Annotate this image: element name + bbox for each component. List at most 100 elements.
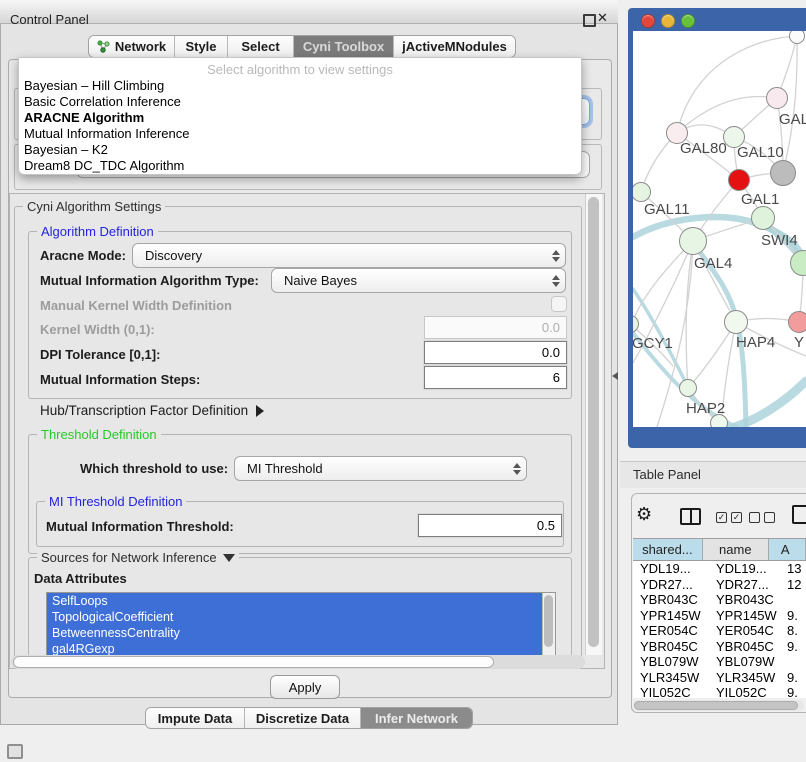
mi-threshold-input[interactable]: 0.5: [418, 514, 562, 537]
tab-label: Discretize Data: [256, 711, 349, 726]
tab-infer-network[interactable]: Infer Network: [361, 708, 472, 728]
tab-discretize-data[interactable]: Discretize Data: [245, 708, 361, 728]
table-cell: YDR27...: [633, 577, 711, 593]
tab-network[interactable]: Network: [89, 36, 175, 57]
table-row[interactable]: YDL19...YDL19...13: [633, 561, 806, 577]
column-header-shared-name[interactable]: shared...: [633, 539, 703, 560]
table-cell: YBR045C: [711, 639, 785, 655]
tab-label: Impute Data: [158, 711, 232, 726]
manual-kernel-checkbox[interactable]: [551, 296, 567, 312]
data-attributes-list[interactable]: SelfLoopsTopologicalCoefficientBetweenne…: [46, 592, 556, 656]
close-icon[interactable]: ✕: [597, 10, 608, 26]
network-node-gal[interactable]: [766, 87, 788, 109]
window-zoom-icon[interactable]: [681, 14, 695, 28]
table-cell: 9.: [785, 670, 803, 686]
select-all-columns-icon[interactable]: [716, 512, 742, 523]
popup-placeholder: Select algorithm to view settings: [19, 62, 581, 77]
settings-vscrollbar-thumb[interactable]: [588, 197, 599, 647]
table-cell: YIL052C: [711, 685, 785, 698]
tab-cyni-toolbox[interactable]: Cyni Toolbox: [294, 36, 394, 57]
float-panel-icon[interactable]: [583, 14, 596, 27]
attribute-list-item[interactable]: SelfLoops: [47, 593, 555, 609]
table-row[interactable]: YPR145WYPR145W9.: [633, 608, 806, 624]
mi-algorithm-type-combo[interactable]: Naive Bayes: [271, 268, 566, 293]
aracne-mode-label: Aracne Mode:: [40, 248, 126, 263]
sources-legend-toggle[interactable]: Sources for Network Inference: [37, 550, 239, 565]
combo-arrows-icon: [547, 250, 565, 262]
column-header-clipped[interactable]: A: [769, 539, 806, 560]
table-cell: YBR043C: [633, 592, 711, 608]
network-node-gal1[interactable]: [728, 169, 750, 191]
panel-title: Control Panel: [10, 12, 89, 27]
network-node-label: Y: [794, 334, 804, 351]
table-body[interactable]: YDL19...YDL19...13YDR27...YDR27...12YBR0…: [633, 561, 806, 698]
settings-hscrollbar-thumb[interactable]: [13, 656, 494, 668]
network-node-swi4[interactable]: [751, 206, 775, 230]
table-row[interactable]: YBR043CYBR043C: [633, 592, 806, 608]
network-node-gal4[interactable]: [679, 227, 707, 255]
attribute-list-item[interactable]: gal4RGexp: [47, 641, 555, 656]
checked-box-icon: [731, 512, 742, 523]
algorithm-option[interactable]: Mutual Information Inference: [23, 126, 577, 142]
apply-button[interactable]: Apply: [270, 675, 340, 699]
hub-section-toggle[interactable]: Hub/Transcription Factor Definition: [40, 403, 264, 418]
gear-icon[interactable]: ⚙: [636, 504, 652, 524]
table-row[interactable]: YBR045CYBR045C9.: [633, 639, 806, 655]
kernel-width-input[interactable]: 0.0: [424, 316, 567, 339]
aracne-mode-combo[interactable]: Discovery: [132, 243, 566, 268]
attributes-scrollbar-thumb[interactable]: [544, 595, 553, 647]
table-cell: [785, 654, 803, 670]
tab-select[interactable]: Select: [228, 36, 294, 57]
network-node-y[interactable]: [788, 311, 806, 333]
table-row[interactable]: YDR27...YDR27...12: [633, 577, 806, 593]
network-node-label: GAL11: [644, 201, 690, 218]
table-cell: YLR345W: [633, 670, 711, 686]
algorithm-option[interactable]: ARACNE Algorithm: [23, 110, 577, 126]
algorithm-dropdown-popup: Select algorithm to view settings Bayesi…: [18, 57, 582, 175]
dpi-tolerance-input[interactable]: 0.0: [424, 341, 567, 364]
columns-icon[interactable]: [680, 508, 701, 525]
table-cell: 12: [785, 577, 803, 593]
algorithm-option[interactable]: Bayesian – K2: [23, 142, 577, 158]
table-row[interactable]: YIL052CYIL052C9.: [633, 685, 806, 698]
table-cell: 9.: [785, 608, 803, 624]
window-minimize-icon[interactable]: [661, 14, 675, 28]
tab-jactivemnodules[interactable]: jActiveMNodules: [394, 36, 515, 57]
algorithm-option[interactable]: Dream8 DC_TDC Algorithm: [23, 158, 577, 174]
table-row[interactable]: YBL079WYBL079W: [633, 654, 806, 670]
control-panel-tabbar: Network Style Select Cyni Toolbox jActiv…: [88, 35, 516, 58]
algorithm-list: Bayesian – Hill ClimbingBasic Correlatio…: [23, 78, 577, 174]
table-cell: YDL19...: [711, 561, 785, 577]
tab-impute-data[interactable]: Impute Data: [146, 708, 245, 728]
algorithm-option[interactable]: Basic Correlation Inference: [23, 94, 577, 110]
network-node[interactable]: [770, 160, 796, 186]
dpi-tolerance-label: DPI Tolerance [0,1]:: [40, 347, 160, 362]
deselect-all-columns-icon[interactable]: [749, 512, 775, 523]
collapsed-panel-icon[interactable]: [7, 744, 23, 759]
table-cell: YER054C: [633, 623, 711, 639]
tab-style[interactable]: Style: [175, 36, 228, 57]
algorithm-option[interactable]: Bayesian – Hill Climbing: [23, 78, 577, 94]
application-root: Control Panel ✕ Network Style Select Cyn…: [0, 0, 806, 762]
column-header-name[interactable]: name: [703, 539, 769, 560]
hub-section-label: Hub/Transcription Factor Definition: [40, 403, 248, 418]
table-row[interactable]: YER054CYER054C8.: [633, 623, 806, 639]
mi-steps-input[interactable]: 6: [424, 366, 567, 389]
attribute-list-item[interactable]: BetweennessCentrality: [47, 625, 555, 641]
network-node-label: GAL10: [737, 144, 784, 161]
table-cell: YBL079W: [711, 654, 785, 670]
network-canvas[interactable]: GALGAL80GAL10GAL1GAL11SWI4GAL4GCY1HAP4YH…: [633, 31, 806, 427]
checked-box-icon: [716, 512, 727, 523]
which-threshold-combo[interactable]: MI Threshold: [234, 456, 527, 481]
splitter-collapse-icon[interactable]: [612, 372, 618, 380]
collapse-triangle-icon: [223, 554, 235, 562]
table-cell: [785, 592, 803, 608]
network-node-hap2[interactable]: [679, 379, 697, 397]
table-row[interactable]: YLR345WYLR345W9.: [633, 670, 806, 686]
table-hscrollbar-thumb[interactable]: [634, 701, 798, 710]
table-function-icon[interactable]: [792, 505, 806, 524]
kernel-width-label: Kernel Width (0,1):: [40, 322, 155, 337]
attribute-list-item[interactable]: TopologicalCoefficient: [47, 609, 555, 625]
network-node-hap4[interactable]: [724, 310, 748, 334]
window-close-icon[interactable]: [641, 14, 655, 28]
